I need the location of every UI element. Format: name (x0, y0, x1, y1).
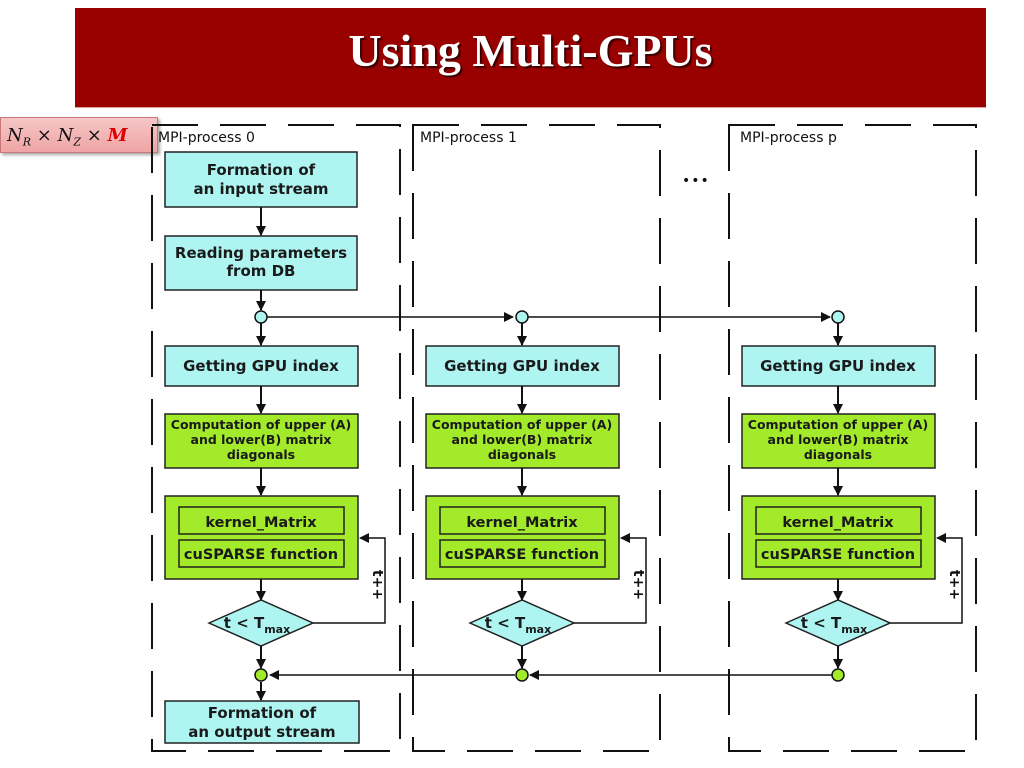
gpu-index-label: Getting GPU index (183, 357, 339, 375)
gpu-index-label: Getting GPU index (444, 357, 600, 375)
output-stream-line2: an output stream (188, 723, 335, 741)
computation-line: and lower(B) matrix (768, 432, 909, 447)
flowchart: MPI-process 0 MPI-process 1 MPI-process … (151, 124, 977, 752)
kernel-matrix-label: kernel_Matrix (466, 515, 578, 531)
collection-node (515, 668, 529, 682)
distribution-node (515, 310, 529, 324)
cusparse-label: cuSPARSE function (761, 547, 915, 563)
input-stream-line2: an input stream (193, 180, 328, 198)
read-params-line2: from DB (227, 262, 296, 280)
process-column-1: Getting GPU index Computation of upper (A… (425, 310, 647, 682)
loop-increment-label: t++ (946, 570, 962, 600)
cusparse-label: cuSPARSE function (445, 547, 599, 563)
process-column-p: Getting GPU index Computation of upper (A… (741, 310, 963, 682)
distribution-node (254, 310, 268, 324)
collection-node (831, 668, 845, 682)
loop-increment-label: t++ (369, 570, 385, 600)
collection-node (254, 668, 268, 682)
process-label-0: MPI-process 0 (158, 130, 255, 146)
computation-line: Computation of upper (A) (748, 417, 928, 432)
gpu-index-label: Getting GPU index (760, 357, 916, 375)
computation-line: and lower(B) matrix (191, 432, 332, 447)
process-label-p: MPI-process p (740, 130, 837, 146)
ellipsis: ••• (682, 173, 710, 189)
computation-line: diagonals (804, 447, 872, 462)
process-label-1: MPI-process 1 (420, 130, 517, 146)
cusparse-label: cuSPARSE function (184, 547, 338, 563)
distribution-node (831, 310, 845, 324)
output-stream-line1: Formation of (208, 704, 317, 722)
computation-line: diagonals (488, 447, 556, 462)
loop-increment-label: t++ (630, 570, 646, 600)
computation-line: Computation of upper (A) (171, 417, 351, 432)
computation-line: and lower(B) matrix (452, 432, 593, 447)
kernel-matrix-label: kernel_Matrix (205, 515, 317, 531)
computation-line: diagonals (227, 447, 295, 462)
input-stream-line1: Formation of (207, 161, 316, 179)
process-column-0: Getting GPU index Computation of upper (A… (164, 310, 386, 682)
read-params-line1: Reading parameters (175, 244, 347, 262)
kernel-matrix-label: kernel_Matrix (782, 515, 894, 531)
computation-line: Computation of upper (A) (432, 417, 612, 432)
